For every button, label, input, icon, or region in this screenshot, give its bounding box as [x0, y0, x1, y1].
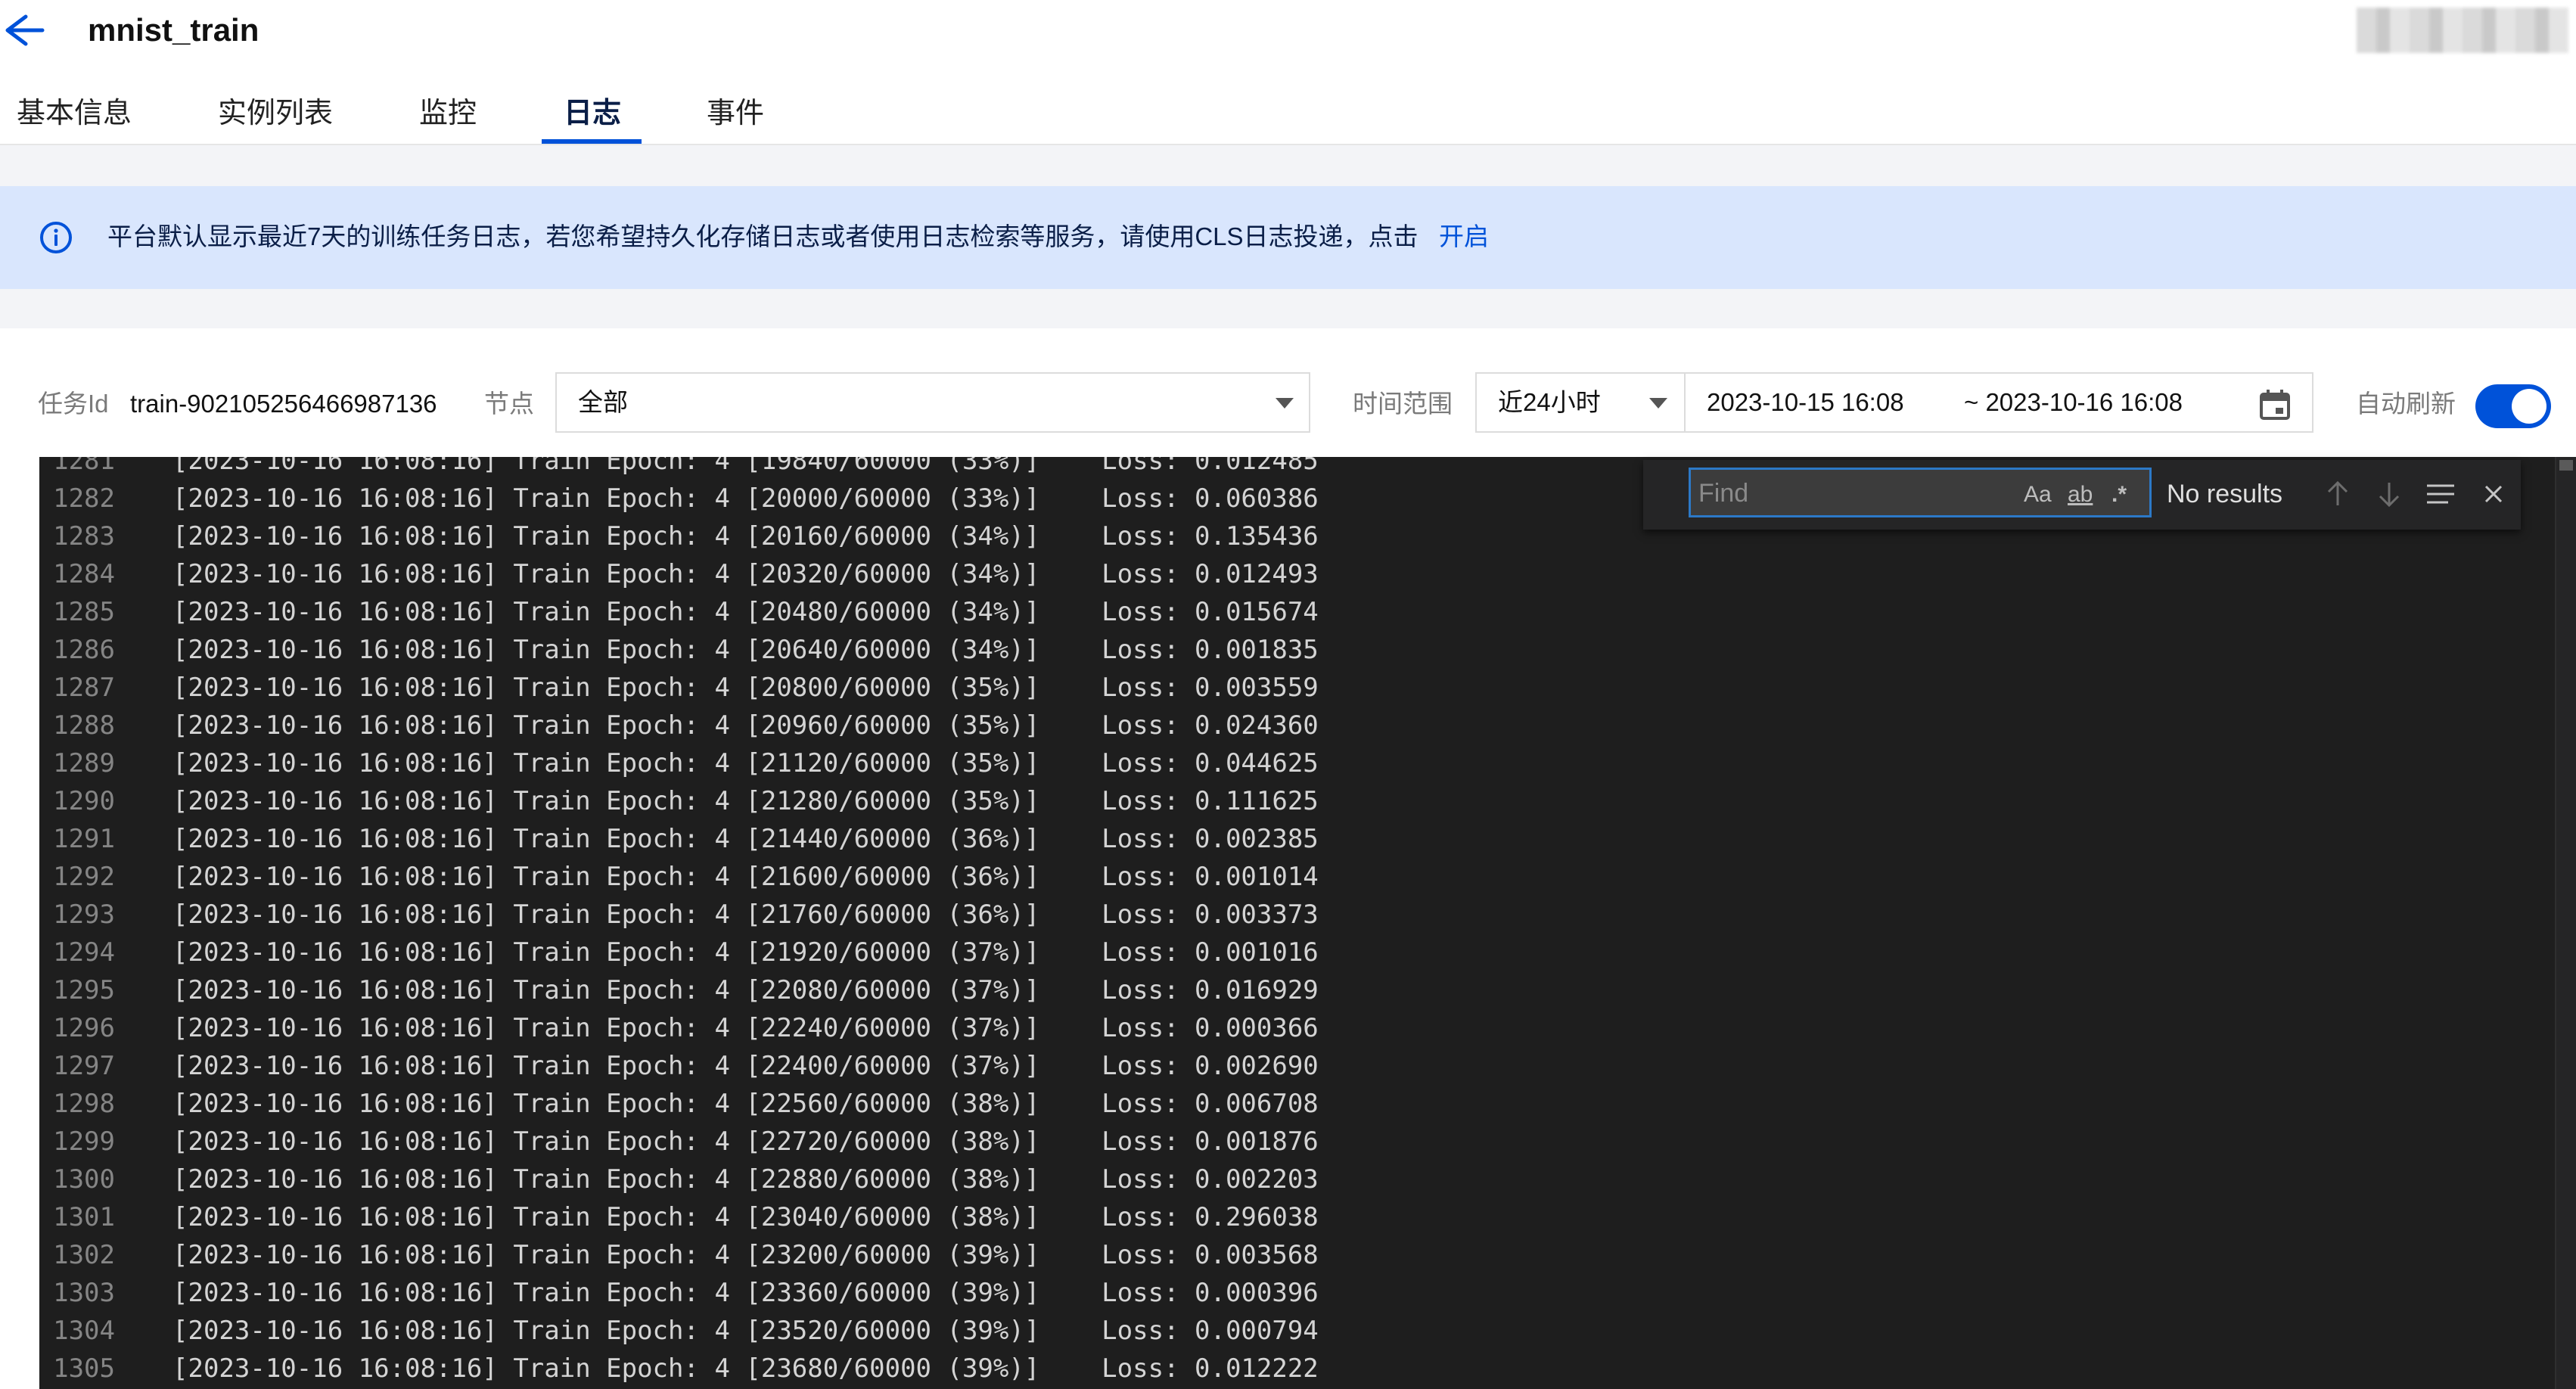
log-text: [2023-10-16 16:08:16] Train Epoch: 4 [23…	[172, 1240, 1319, 1270]
log-text: [2023-10-16 16:08:16] Train Epoch: 4 [22…	[172, 1013, 1319, 1043]
line-number: 1302	[53, 1240, 115, 1270]
node-select-value: 全部	[578, 388, 628, 416]
vertical-scrollbar[interactable]	[2555, 457, 2576, 1389]
log-text: [2023-10-16 16:08:16] Train Epoch: 4 [20…	[172, 710, 1319, 741]
line-number: 1293	[53, 900, 115, 930]
auto-refresh-label: 自动刷新	[2356, 390, 2456, 418]
chevron-down-icon	[1649, 398, 1667, 409]
enable-cls-link[interactable]: 开启	[1439, 219, 1489, 254]
log-text: [2023-10-16 16:08:16] Train Epoch: 4 [20…	[172, 597, 1319, 627]
line-number: 1286	[53, 635, 115, 665]
line-number: 1304	[53, 1316, 115, 1346]
time-range-value: 近24小时	[1498, 388, 1601, 416]
find-input-box[interactable]: Aa ab .*	[1689, 468, 2152, 517]
find-result-status: No results	[2167, 480, 2283, 508]
log-text: [2023-10-16 16:08:16] Train Epoch: 4 [19…	[172, 457, 1319, 476]
log-text: [2023-10-16 16:08:16] Train Epoch: 4 [21…	[172, 900, 1319, 930]
close-icon[interactable]	[2475, 475, 2512, 513]
line-number: 1292	[53, 862, 115, 892]
log-text: [2023-10-16 16:08:16] Train Epoch: 4 [21…	[172, 937, 1319, 968]
info-notice: 平台默认显示最近7天的训练任务日志，若您希望持久化存储日志或者使用日志检索等服务…	[0, 186, 2576, 289]
log-text: [2023-10-16 16:08:16] Train Epoch: 4 [20…	[172, 483, 1319, 514]
log-text: [2023-10-16 16:08:16] Train Epoch: 4 [22…	[172, 1089, 1319, 1119]
match-case-toggle[interactable]: Aa	[2024, 477, 2052, 512]
log-viewer[interactable]: 1281 [2023-10-16 16:08:16] Train Epoch: 4…	[39, 457, 2576, 1389]
start-time: 2023-10-15 16:08	[1707, 388, 1904, 416]
find-input[interactable]	[1697, 470, 2003, 517]
line-number: 1301	[53, 1202, 115, 1232]
log-text: [2023-10-16 16:08:16] Train Epoch: 4 [21…	[172, 786, 1319, 816]
auto-refresh-toggle[interactable]	[2475, 384, 2551, 428]
log-text: [2023-10-16 16:08:16] Train Epoch: 4 [22…	[172, 975, 1319, 1005]
log-text: [2023-10-16 16:08:16] Train Epoch: 4 [23…	[172, 1316, 1319, 1346]
line-number: 1305	[53, 1353, 115, 1384]
find-in-selection-icon[interactable]	[2422, 475, 2459, 513]
calendar-icon[interactable]	[2259, 389, 2291, 421]
node-label: 节点	[484, 390, 534, 418]
log-text: [2023-10-16 16:08:16] Train Epoch: 4 [21…	[172, 748, 1319, 778]
line-number: 1289	[53, 748, 115, 778]
user-account-avatar[interactable]	[2357, 8, 2568, 53]
tab-logs[interactable]: 日志	[564, 89, 621, 144]
end-time: ~ 2023-10-16 16:08	[1964, 388, 2183, 416]
scrollbar-thumb[interactable]	[2559, 460, 2573, 471]
log-text: [2023-10-16 16:08:16] Train Epoch: 4 [20…	[172, 521, 1319, 552]
tab-monitoring[interactable]: 监控	[419, 89, 477, 144]
info-icon	[40, 222, 72, 253]
regex-toggle[interactable]: .*	[2111, 477, 2127, 512]
notice-text: 平台默认显示最近7天的训练任务日志，若您希望持久化存储日志或者使用日志检索等服务…	[107, 222, 1419, 250]
find-widget: Aa ab .* No results	[1643, 460, 2521, 530]
chevron-down-icon	[1276, 398, 1294, 409]
time-range-label: 时间范围	[1353, 390, 1453, 418]
log-text: [2023-10-16 16:08:16] Train Epoch: 4 [22…	[172, 1164, 1319, 1195]
page-header: mnist_train 基本信息 实例列表 监控 日志 事件	[0, 0, 2576, 145]
line-number: 1291	[53, 824, 115, 854]
line-number: 1294	[53, 937, 115, 968]
line-number: 1299	[53, 1126, 115, 1157]
active-tab-indicator	[542, 139, 642, 144]
line-number: 1283	[53, 521, 115, 552]
log-text: [2023-10-16 16:08:16] Train Epoch: 4 [20…	[172, 635, 1319, 665]
date-range-picker[interactable]: 2023-10-15 16:08 ~ 2023-10-16 16:08	[1684, 372, 2313, 433]
log-text: [2023-10-16 16:08:16] Train Epoch: 4 [23…	[172, 1353, 1319, 1384]
back-arrow-icon[interactable]	[0, 11, 45, 50]
line-number: 1300	[53, 1164, 115, 1195]
whole-word-toggle[interactable]: ab	[2068, 477, 2093, 512]
line-number: 1287	[53, 673, 115, 703]
toggle-knob	[2512, 389, 2546, 424]
tab-events[interactable]: 事件	[707, 89, 764, 144]
line-number: 1296	[53, 1013, 115, 1043]
line-number: 1282	[53, 483, 115, 514]
log-text: [2023-10-16 16:08:16] Train Epoch: 4 [23…	[172, 1278, 1319, 1308]
log-text: [2023-10-16 16:08:16] Train Epoch: 4 [20…	[172, 559, 1319, 589]
log-text: [2023-10-16 16:08:16] Train Epoch: 4 [21…	[172, 824, 1319, 854]
tab-basic-info[interactable]: 基本信息	[17, 89, 132, 144]
line-number: 1290	[53, 786, 115, 816]
line-number: 1298	[53, 1089, 115, 1119]
page-title: mnist_train	[88, 12, 259, 48]
line-number: 1303	[53, 1278, 115, 1308]
node-select[interactable]: 全部	[555, 372, 1310, 433]
line-number: 1297	[53, 1051, 115, 1081]
next-match-icon[interactable]	[2371, 475, 2407, 513]
log-text: [2023-10-16 16:08:16] Train Epoch: 4 [22…	[172, 1126, 1319, 1157]
line-number: 1284	[53, 559, 115, 589]
log-text: [2023-10-16 16:08:16] Train Epoch: 4 [21…	[172, 862, 1319, 892]
line-number: 1281	[53, 457, 115, 476]
time-range-select[interactable]: 近24小时	[1475, 372, 1686, 433]
previous-match-icon[interactable]	[2320, 475, 2356, 513]
task-id-label: 任务Id	[38, 390, 109, 418]
log-text: [2023-10-16 16:08:16] Train Epoch: 4 [22…	[172, 1051, 1319, 1081]
tab-instance-list[interactable]: 实例列表	[218, 89, 333, 144]
line-number: 1285	[53, 597, 115, 627]
log-text: [2023-10-16 16:08:16] Train Epoch: 4 [23…	[172, 1202, 1319, 1232]
task-id-value: train-902105256466987136	[130, 390, 437, 418]
line-number: 1288	[53, 710, 115, 741]
log-text: [2023-10-16 16:08:16] Train Epoch: 4 [20…	[172, 673, 1319, 703]
line-number: 1295	[53, 975, 115, 1005]
